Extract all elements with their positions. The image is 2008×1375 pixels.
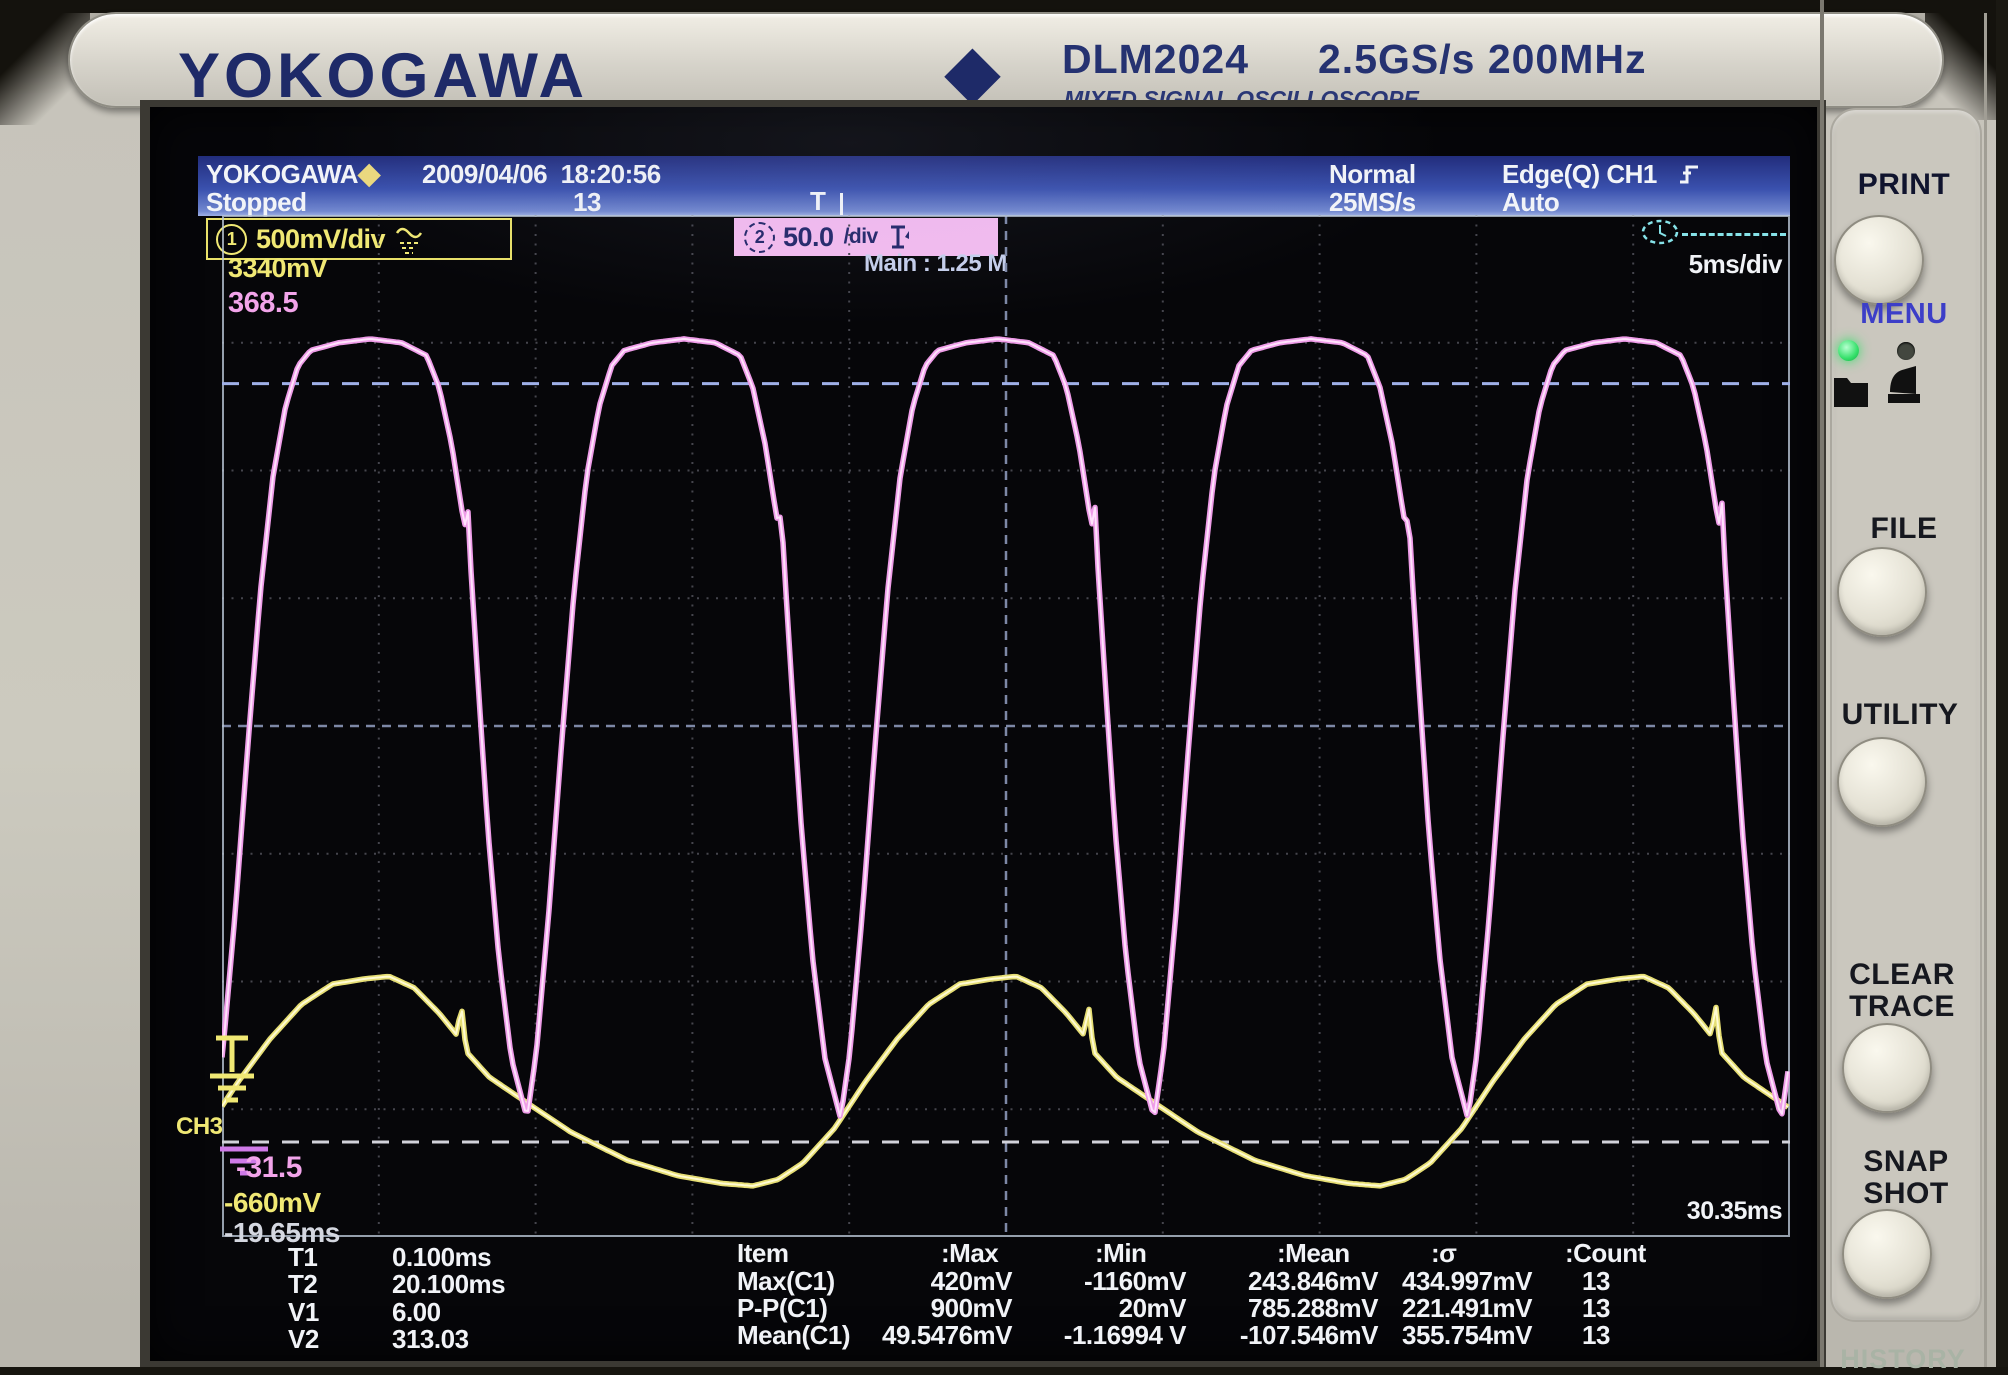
meas-header: :Count xyxy=(1565,1238,1646,1268)
ch3-label: CH3 xyxy=(176,1113,223,1140)
cursor-label: T2 xyxy=(288,1269,318,1300)
top-bezel: YOKOGAWA ◆ DLM2024 2.5GS/s 200MHz MIXED … xyxy=(68,12,1944,112)
photo-right-edge xyxy=(1996,0,2008,1367)
meas-header: :Min xyxy=(1095,1238,1147,1268)
ch1-ground-marker-icon xyxy=(210,1035,254,1103)
file-label: FILE xyxy=(1870,512,1938,545)
cursor-label: V2 xyxy=(288,1324,319,1355)
ch-bottom-readout: -660mV xyxy=(224,1187,321,1218)
trigger-position-marker[interactable]: T xyxy=(810,186,826,217)
oscilloscope-screen: YOKOGAWA ◆ 2009/04/06 18:20:56 Normal Ed… xyxy=(150,107,1817,1361)
meas-header: :Max xyxy=(941,1238,999,1268)
print-label: PRINT xyxy=(1857,168,1951,201)
graticule xyxy=(219,215,1791,1237)
cursor-value: 313.03 xyxy=(392,1324,469,1355)
history-label: HISTORY xyxy=(1840,1344,1966,1374)
meas-count: 13 xyxy=(1582,1320,1610,1350)
trigger-position-bar xyxy=(840,193,843,215)
specs-label: 2.5GS/s 200MHz xyxy=(1318,36,1647,82)
status-diamond-icon: ◆ xyxy=(358,158,380,190)
meas-header: :σ xyxy=(1431,1238,1457,1268)
cursor-label: T1 xyxy=(288,1242,318,1272)
trace-label: TRACE xyxy=(1849,990,1955,1023)
printer-icon xyxy=(1888,366,1920,403)
snap-label: SNAP xyxy=(1863,1145,1949,1178)
math-bottom-readout: -31.5 xyxy=(236,1151,302,1184)
status-bar: YOKOGAWA ◆ 2009/04/06 18:20:56 Normal Ed… xyxy=(198,156,1790,217)
meas-header: Item xyxy=(737,1238,789,1268)
snap-shot-button[interactable] xyxy=(1842,1209,1932,1299)
menu-led-off xyxy=(1897,342,1915,360)
file-button[interactable] xyxy=(1837,547,1927,637)
cursor-label: V1 xyxy=(288,1296,319,1327)
utility-button[interactable] xyxy=(1837,737,1927,827)
cursor-value: 0.100ms xyxy=(392,1242,492,1272)
folder-icon xyxy=(1834,378,1868,407)
history-count: 13 xyxy=(573,187,601,217)
status-brand: YOKOGAWA xyxy=(206,159,359,189)
panel-groove-right xyxy=(1984,13,1987,1367)
menu-label: MENU xyxy=(1860,298,1948,330)
window-right-time: 30.35ms xyxy=(1686,1197,1783,1225)
trigger-source: Edge(Q) CH1 xyxy=(1502,159,1657,189)
cursor-value: 6.00 xyxy=(392,1296,441,1327)
panel-groove-left xyxy=(1820,0,1824,1367)
meas-value: 355.754mV xyxy=(1402,1320,1532,1350)
print-button[interactable] xyxy=(1834,215,1924,305)
utility-label: UTILITY xyxy=(1841,698,1959,731)
time-bottom-readout: -19.65ms xyxy=(224,1217,340,1248)
trigger-edge-icon xyxy=(1680,165,1698,184)
run-state: Stopped xyxy=(206,187,307,217)
sample-rate: 25MS/s xyxy=(1329,187,1416,217)
trigger-mode: Auto xyxy=(1502,187,1560,217)
meas-header: :Mean xyxy=(1277,1238,1350,1268)
status-datetime: 2009/04/06 18:20:56 xyxy=(422,159,661,189)
shot-label: SHOT xyxy=(1863,1177,1949,1210)
cursor-value: 20.100ms xyxy=(392,1269,506,1300)
menu-led-on xyxy=(1838,340,1859,361)
model-label: DLM2024 xyxy=(1062,36,1250,82)
clear-trace-button[interactable] xyxy=(1842,1023,1932,1113)
clear-label: CLEAR xyxy=(1849,958,1955,991)
acquisition-mode: Normal xyxy=(1329,159,1416,189)
